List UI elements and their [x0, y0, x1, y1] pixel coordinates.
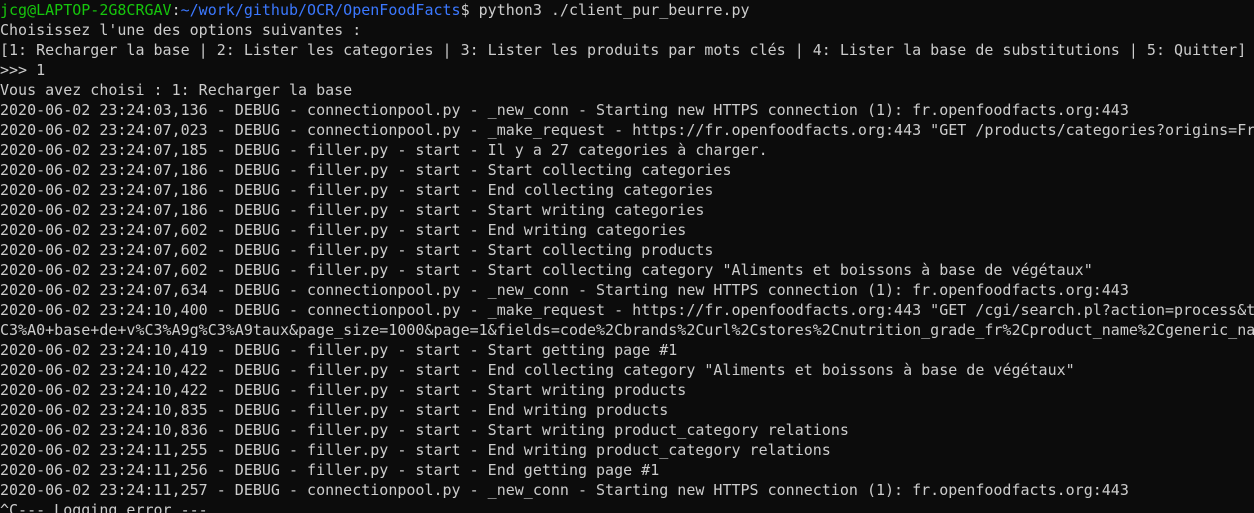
- log-line: 2020-06-02 23:24:10,836 - DEBUG - filler…: [0, 421, 849, 439]
- log-line: 2020-06-02 23:24:07,186 - DEBUG - filler…: [0, 181, 714, 199]
- terminal-window[interactable]: jcg@LAPTOP-2G8CRGAV:~/work/github/OCR/Op…: [0, 0, 1254, 513]
- log-line: 2020-06-02 23:24:07,634 - DEBUG - connec…: [0, 281, 1129, 299]
- log-line: 2020-06-02 23:24:11,257 - DEBUG - connec…: [0, 481, 1129, 499]
- log-line: 2020-06-02 23:24:07,602 - DEBUG - filler…: [0, 221, 687, 239]
- output-line: Vous avez choisi : 1: Recharger la base: [0, 81, 353, 99]
- prompt-sigil: $: [460, 1, 479, 19]
- log-line: 2020-06-02 23:24:10,422 - DEBUG - filler…: [0, 361, 1075, 379]
- user-input-line: >>> 1: [0, 61, 46, 79]
- log-line: 2020-06-02 23:24:11,256 - DEBUG - filler…: [0, 461, 660, 479]
- output-line: Choisissez l'une des options suivantes :: [0, 21, 362, 39]
- log-line: 2020-06-02 23:24:07,602 - DEBUG - filler…: [0, 261, 1093, 279]
- log-line: 2020-06-02 23:24:10,422 - DEBUG - filler…: [0, 381, 687, 399]
- log-line: 2020-06-02 23:24:07,185 - DEBUG - filler…: [0, 141, 768, 159]
- log-line: 2020-06-02 23:24:07,602 - DEBUG - filler…: [0, 241, 714, 259]
- log-line: 2020-06-02 23:24:10,400 - DEBUG - connec…: [0, 301, 1254, 319]
- prompt-command: python3 ./client_pur_beurre.py: [478, 1, 750, 19]
- menu-options-line: [1: Recharger la base | 2: Lister les ca…: [0, 41, 1247, 59]
- error-line: ^C--- Logging error ---: [0, 501, 208, 513]
- shell-prompt-line: jcg@LAPTOP-2G8CRGAV:~/work/github/OCR/Op…: [0, 0, 1254, 20]
- log-line: 2020-06-02 23:24:11,255 - DEBUG - filler…: [0, 441, 831, 459]
- log-line: 2020-06-02 23:24:07,186 - DEBUG - filler…: [0, 161, 732, 179]
- prompt-path: ~/work/github/OCR/OpenFoodFacts: [180, 1, 461, 19]
- log-line: 2020-06-02 23:24:07,186 - DEBUG - filler…: [0, 201, 705, 219]
- log-line: 2020-06-02 23:24:07,023 - DEBUG - connec…: [0, 121, 1254, 139]
- log-line: 2020-06-02 23:24:10,835 - DEBUG - filler…: [0, 401, 669, 419]
- prompt-user-host: jcg@LAPTOP-2G8CRGAV: [0, 1, 172, 19]
- log-line: 2020-06-02 23:24:10,419 - DEBUG - filler…: [0, 341, 678, 359]
- prompt-separator: :: [171, 1, 181, 19]
- log-line: 2020-06-02 23:24:03,136 - DEBUG - connec…: [0, 101, 1129, 119]
- log-line-continuation: C3%A0+base+de+v%C3%A9g%C3%A9taux&page_si…: [0, 321, 1254, 339]
